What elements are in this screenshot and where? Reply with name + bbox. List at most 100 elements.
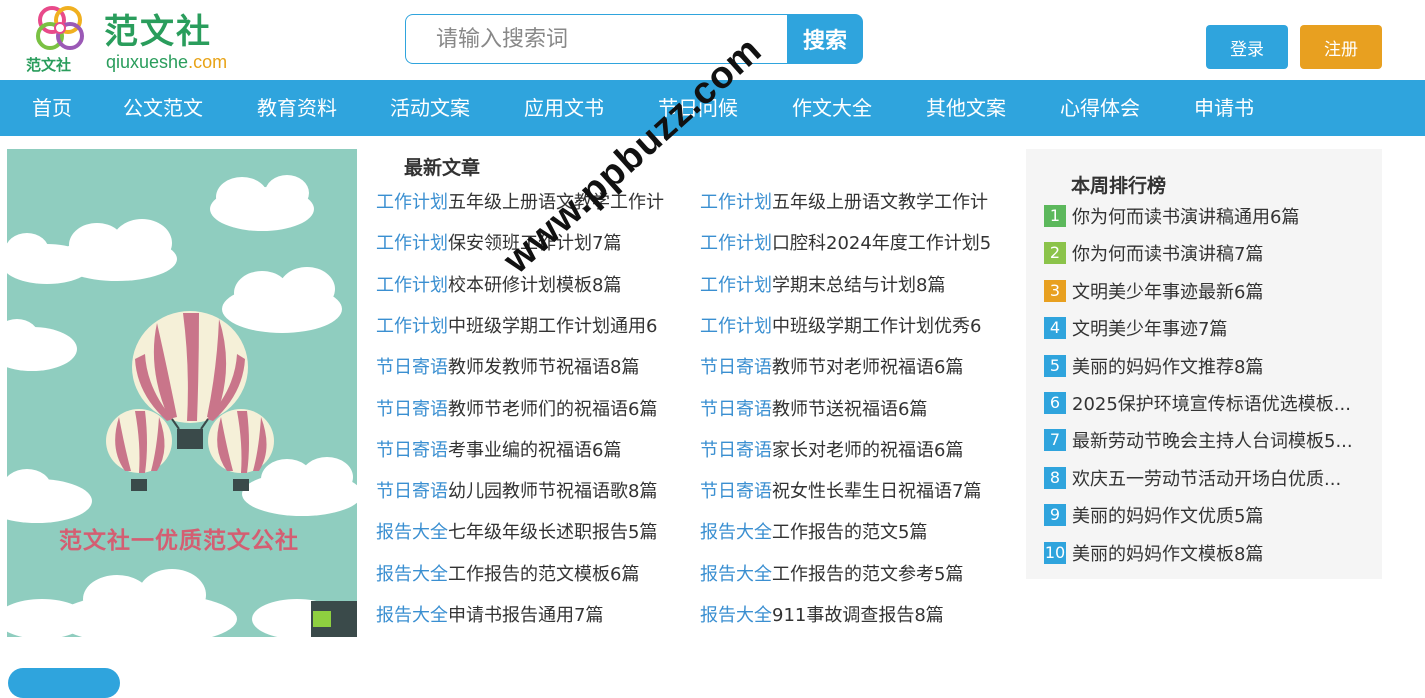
article-title[interactable]: 工作报告的范文模板6篇 [448,564,639,585]
search-button[interactable]: 搜索 [787,14,863,64]
article-title[interactable]: 幼儿园教师节祝福语歌8篇 [448,481,657,502]
ranking-item[interactable]: 9 美丽的妈妈作文优质5篇 [1044,504,1364,530]
ranking-item[interactable]: 10 美丽的妈妈作文模板8篇 [1044,541,1364,568]
article-category[interactable]: 工作计划 [376,233,448,254]
flower-logo-icon [36,6,84,50]
article-title[interactable]: 教师节老师们的祝福语6篇 [448,399,657,420]
latest-heading: 最新文章 [404,157,481,179]
ranking-title[interactable]: 美丽的妈妈作文模板8篇 [1072,544,1263,565]
article-title[interactable]: 祝女性长辈生日祝福语7篇 [772,481,981,502]
ranking-item[interactable]: 3 文明美少年事迹最新6篇 [1044,279,1364,306]
ranking-title[interactable]: 美丽的妈妈作文优质5篇 [1072,506,1263,527]
article-title[interactable]: 教师发教师节祝福语8篇 [448,357,639,378]
article-link[interactable]: 工作计划五年级上册语文教学工作计 [376,189,676,217]
article-link[interactable]: 节日寄语教师发教师节祝福语8篇 [376,354,676,382]
article-link[interactable]: 节日寄语幼儿园教师节祝福语歌8篇 [376,478,676,506]
article-link[interactable]: 报告大全工作报告的范文参考5篇 [700,561,1000,589]
article-category[interactable]: 工作计划 [376,275,448,296]
article-title[interactable]: 七年级年级长述职报告5篇 [448,522,657,543]
site-logo[interactable]: 范文社 范文社 qiuxueshe.com [24,2,254,76]
article-category[interactable]: 节日寄语 [376,440,448,461]
article-link[interactable]: 工作计划中班级学期工作计划优秀6 [700,313,1000,341]
article-title[interactable]: 考事业编的祝福语6篇 [448,440,621,461]
article-category[interactable]: 工作计划 [700,275,772,296]
article-title[interactable]: 教师节送祝福语6篇 [772,399,927,420]
article-category[interactable]: 报告大全 [376,605,448,626]
article-category[interactable]: 节日寄语 [700,357,772,378]
logo-brand-en: qiuxueshe.com [106,52,228,72]
nav-item-home[interactable]: 首页 [32,80,72,136]
ranking-title[interactable]: 2025保护环境宣传标语优选模板... [1072,394,1351,415]
article-title[interactable]: 中班级学期工作计划优秀6 [772,316,981,337]
article-link[interactable]: 报告大全七年级年级长述职报告5篇 [376,519,676,547]
article-link[interactable]: 节日寄语教师节对老师祝福语6篇 [700,354,1000,382]
nav-item-applications[interactable]: 申请书 [1194,80,1254,136]
nav-item-activity-copy[interactable]: 活动文案 [390,80,470,136]
article-title[interactable]: 申请书报告通用7篇 [448,605,603,626]
article-category[interactable]: 工作计划 [700,233,772,254]
section-tab[interactable] [8,668,120,698]
ranking-item[interactable]: 5 美丽的妈妈作文推荐8篇 [1044,354,1364,381]
ranking-item[interactable]: 1 你为何而读书演讲稿通用6篇 [1044,205,1364,231]
article-link[interactable]: 报告大全工作报告的范文模板6篇 [376,561,676,589]
article-link[interactable]: 工作计划中班级学期工作计划通用6 [376,313,676,341]
ranking-item[interactable]: 2 你为何而读书演讲稿7篇 [1044,242,1364,268]
article-category[interactable]: 工作计划 [700,192,772,213]
article-link[interactable]: 节日寄语考事业编的祝福语6篇 [376,437,676,465]
nav-item-essays[interactable]: 作文大全 [792,80,872,136]
banner-image[interactable]: 范文社一优质范文公社 [7,149,357,637]
ranking-title[interactable]: 欢庆五一劳动节活动开场白优质... [1072,469,1341,490]
article-title[interactable]: 五年级上册语文教学工作计 [772,192,988,213]
nav-item-reflections[interactable]: 心得体会 [1060,80,1140,136]
article-category[interactable]: 报告大全 [700,522,772,543]
article-category[interactable]: 报告大全 [700,605,772,626]
register-button[interactable]: 注册 [1300,25,1382,69]
article-link[interactable]: 报告大全911事故调查报告8篇 [700,602,1000,630]
nav-item-official-docs[interactable]: 公文范文 [123,80,203,136]
article-category[interactable]: 工作计划 [376,316,448,337]
ranking-title[interactable]: 最新劳动节晚会主持人台词模板5... [1072,431,1353,452]
ranking-title[interactable]: 文明美少年事迹最新6篇 [1072,282,1263,303]
article-category[interactable]: 节日寄语 [376,481,448,502]
article-title[interactable]: 校本研修计划模板8篇 [448,275,621,296]
article-link[interactable]: 工作计划五年级上册语文教学工作计 [700,189,1000,217]
article-title[interactable]: 911事故调查报告8篇 [772,605,944,626]
nav-item-other-copy[interactable]: 其他文案 [926,80,1006,136]
article-link[interactable]: 节日寄语教师节送祝福语6篇 [700,396,1000,424]
login-button[interactable]: 登录 [1206,25,1288,69]
article-category[interactable]: 报告大全 [700,564,772,585]
article-title[interactable]: 教师节对老师祝福语6篇 [772,357,963,378]
nav-item-education[interactable]: 教育资料 [257,80,337,136]
article-link[interactable]: 报告大全工作报告的范文5篇 [700,519,1000,547]
ranking-item[interactable]: 8 欢庆五一劳动节活动开场白优质... [1044,466,1364,493]
article-link[interactable]: 工作计划学期末总结与计划8篇 [700,272,1000,300]
article-link[interactable]: 节日寄语家长对老师的祝福语6篇 [700,437,1000,465]
ranking-item[interactable]: 7 最新劳动节晚会主持人台词模板5... [1044,429,1364,455]
ranking-item[interactable]: 4 文明美少年事迹7篇 [1044,317,1364,343]
article-title[interactable]: 中班级学期工作计划通用6 [448,316,657,337]
article-category[interactable]: 节日寄语 [700,481,772,502]
article-category[interactable]: 节日寄语 [700,440,772,461]
article-title[interactable]: 工作报告的范文5篇 [772,522,927,543]
nav-item-applied-writing[interactable]: 应用文书 [524,80,604,136]
article-category[interactable]: 节日寄语 [376,399,448,420]
ranking-item[interactable]: 6 2025保护环境宣传标语优选模板... [1044,392,1364,418]
ranking-title[interactable]: 你为何而读书演讲稿通用6篇 [1072,207,1299,228]
article-link[interactable]: 节日寄语教师节老师们的祝福语6篇 [376,396,676,424]
article-category[interactable]: 工作计划 [700,316,772,337]
article-title[interactable]: 学期末总结与计划8篇 [772,275,945,296]
article-title[interactable]: 工作报告的范文参考5篇 [772,564,963,585]
article-link[interactable]: 工作计划口腔科2024年度工作计划5 [700,230,1000,258]
article-category[interactable]: 报告大全 [376,522,448,543]
article-category[interactable]: 节日寄语 [700,399,772,420]
ranking-title[interactable]: 美丽的妈妈作文推荐8篇 [1072,357,1263,378]
article-title[interactable]: 家长对老师的祝福语6篇 [772,440,963,461]
ranking-title[interactable]: 文明美少年事迹7篇 [1072,319,1227,340]
article-category[interactable]: 报告大全 [376,564,448,585]
article-link[interactable]: 报告大全申请书报告通用7篇 [376,602,676,630]
article-category[interactable]: 节日寄语 [376,357,448,378]
ranking-title[interactable]: 你为何而读书演讲稿7篇 [1072,244,1263,265]
article-category[interactable]: 工作计划 [376,192,448,213]
article-title[interactable]: 口腔科2024年度工作计划5 [772,233,991,254]
article-link[interactable]: 节日寄语祝女性长辈生日祝福语7篇 [700,478,1000,506]
